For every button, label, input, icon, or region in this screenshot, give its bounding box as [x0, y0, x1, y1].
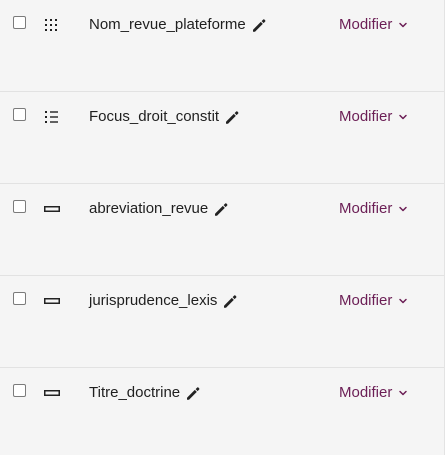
field-name: jurisprudence_lexis [89, 291, 238, 311]
field-name: Nom_revue_plateforme [89, 15, 267, 35]
chevron-down-icon [398, 112, 408, 122]
row-checkbox[interactable] [13, 200, 26, 213]
modify-label: Modifier [339, 292, 393, 309]
row-checkbox[interactable] [13, 384, 26, 397]
chevron-down-icon [398, 296, 408, 306]
row-checkbox[interactable] [13, 292, 26, 305]
modify-label: Modifier [339, 108, 393, 125]
modify-label: Modifier [339, 384, 393, 401]
field-name: abreviation_revue [89, 199, 229, 219]
bullet-list-icon [43, 110, 61, 124]
modify-dropdown-button[interactable]: Modifier [339, 15, 408, 35]
field-name: Titre_doctrine [89, 383, 201, 403]
field-name-label: abreviation_revue [89, 200, 209, 217]
row-checkbox[interactable] [13, 16, 26, 29]
text-field-icon [43, 294, 61, 308]
field-name-label: Titre_doctrine [89, 384, 181, 401]
text-field-icon [43, 202, 61, 216]
field-row: Focus_droit_constit Modifier [0, 92, 444, 184]
text-field-icon [43, 386, 61, 400]
field-row: Nom_revue_plateforme Modifier [0, 0, 444, 92]
field-name-label: Nom_revue_plateforme [89, 16, 246, 33]
pencil-icon[interactable] [185, 385, 201, 401]
chevron-down-icon [398, 204, 408, 214]
modify-dropdown-button[interactable]: Modifier [339, 107, 408, 127]
grid-list-icon [43, 18, 61, 32]
modify-dropdown-button[interactable]: Modifier [339, 291, 408, 311]
field-name: Focus_droit_constit [89, 107, 240, 127]
modify-label: Modifier [339, 200, 393, 217]
chevron-down-icon [398, 20, 408, 30]
field-row: abreviation_revue Modifier [0, 184, 444, 276]
pencil-icon[interactable] [222, 293, 238, 309]
field-name-label: Focus_droit_constit [89, 108, 220, 125]
modify-dropdown-button[interactable]: Modifier [339, 383, 408, 403]
modify-label: Modifier [339, 16, 393, 33]
field-list: Nom_revue_plateforme Modifier Focus_droi… [0, 0, 445, 455]
field-name-label: jurisprudence_lexis [89, 292, 218, 309]
row-checkbox[interactable] [13, 108, 26, 121]
field-row: Titre_doctrine Modifier [0, 368, 444, 455]
chevron-down-icon [398, 388, 408, 398]
pencil-icon[interactable] [224, 109, 240, 125]
pencil-icon[interactable] [251, 17, 267, 33]
modify-dropdown-button[interactable]: Modifier [339, 199, 408, 219]
field-row: jurisprudence_lexis Modifier [0, 276, 444, 368]
pencil-icon[interactable] [213, 201, 229, 217]
